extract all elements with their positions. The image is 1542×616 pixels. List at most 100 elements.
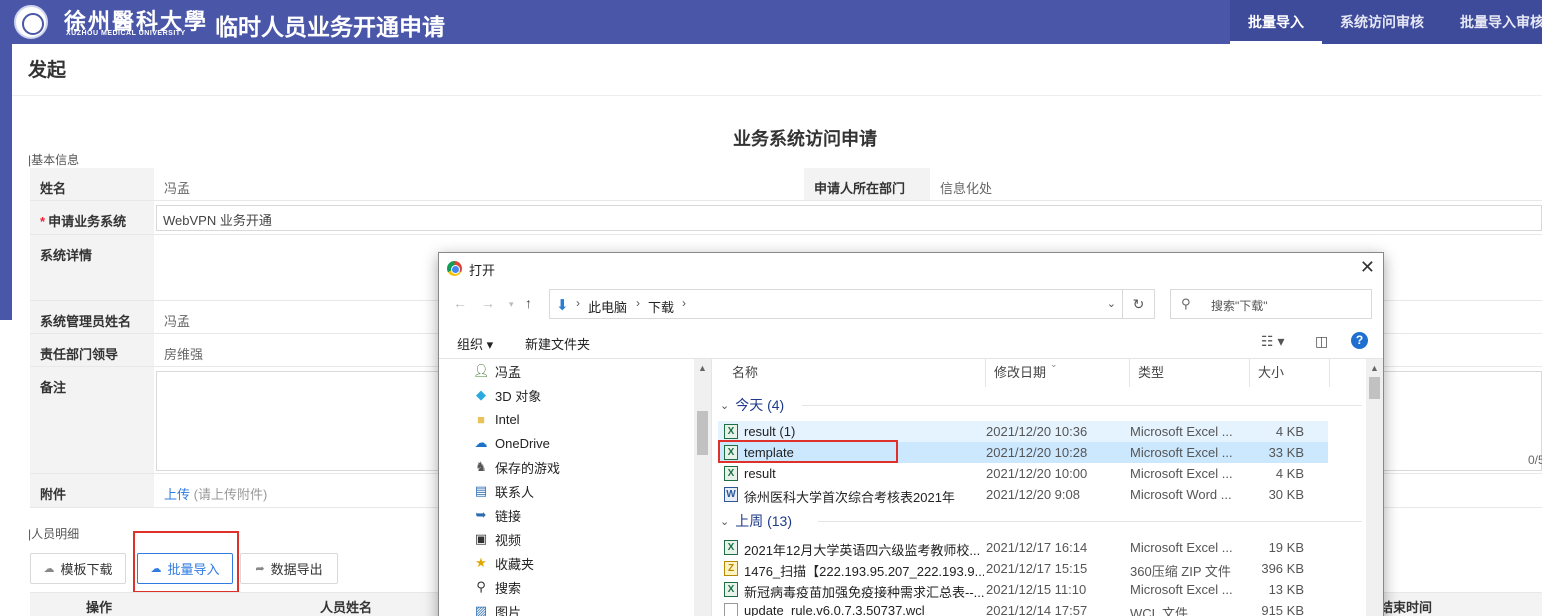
nav-node-favorites[interactable]: ★ 收藏夹 xyxy=(473,551,534,575)
left-accent-strip xyxy=(0,44,12,320)
nav-node-searches[interactable]: ⚲ 搜索 xyxy=(473,575,521,599)
star-icon: ★ xyxy=(475,555,487,570)
nav-pane-scrollbar[interactable]: ▲ xyxy=(694,359,711,616)
nav-node-links[interactable]: ➥ 链接 xyxy=(473,503,521,527)
navigation-pane: 👤︎ 冯孟 ◆ 3D 对象 ■ Intel ☁ OneDrive ♞ 保存的游戏 ▤ 联系人… xyxy=(439,358,711,616)
file-row[interactable]: X result 2021/12/20 10:00 Microsoft Exce… xyxy=(718,463,1328,484)
system-label: * 申请业务系统 xyxy=(30,201,154,234)
group-divider xyxy=(802,405,1362,406)
nav-batch-import[interactable]: 批量导入 xyxy=(1230,0,1322,44)
view-options-icon[interactable]: ☷ ▾ xyxy=(1261,333,1284,350)
help-icon[interactable]: ? xyxy=(1351,332,1368,349)
nav-node-videos[interactable]: ▣ 视频 xyxy=(473,527,521,551)
column-header-name[interactable]: 名称 xyxy=(724,359,986,387)
breadcrumb-separator: › xyxy=(636,296,640,310)
chrome-icon xyxy=(447,261,462,276)
back-arrow-icon[interactable]: ← xyxy=(453,295,467,311)
forward-arrow-icon[interactable]: → xyxy=(481,295,495,311)
address-bar[interactable]: ⬇ › 此电脑 › 下载 › ⌄ xyxy=(549,289,1123,319)
system-input[interactable]: WebVPN 业务开通 xyxy=(156,205,1542,231)
admin-label: 系统管理员姓名 xyxy=(30,301,154,333)
leader-label: 责任部门领导 xyxy=(30,334,154,366)
scroll-up-icon[interactable]: ▲ xyxy=(1370,363,1379,373)
table-header-action: 操作 xyxy=(86,600,113,615)
file-row[interactable]: update_rule.v6.0.7.3.50737.wcl 2021/12/1… xyxy=(718,600,1328,616)
file-row[interactable]: X 2021年12月大学英语四六级监考教师校... 2021/12/17 16:… xyxy=(718,537,1328,558)
scroll-up-icon[interactable]: ▲ xyxy=(698,363,707,373)
file-list-pane: 名称 修改日期 ⌄ 类型 大小 ⌄ 今天 (4) X result (1) 202… xyxy=(711,358,1383,616)
link-icon: ➥ xyxy=(475,507,487,522)
dialog-title: 打开 xyxy=(469,263,496,278)
download-folder-icon: ⬇ xyxy=(556,297,569,314)
nav-node-onedrive[interactable]: ☁ OneDrive xyxy=(473,431,550,455)
file-row[interactable]: Z 1476_扫描【222.193.95.207_222.193.9... 20… xyxy=(718,558,1328,579)
highlight-box-template xyxy=(718,440,898,463)
university-name-en: XUZHOU MEDICAL UNIVERSITY xyxy=(66,30,186,37)
column-header-date[interactable]: 修改日期 ⌄ xyxy=(986,359,1130,387)
refresh-icon: ↻ xyxy=(1132,296,1145,312)
dept-value: 信息化处 xyxy=(940,181,993,196)
search-input[interactable]: ⚲ 搜索"下载" xyxy=(1170,289,1372,319)
group-header-today[interactable]: ⌄ 今天 (4) xyxy=(720,393,784,417)
scrollbar-thumb[interactable] xyxy=(697,411,708,455)
nav-node-contacts[interactable]: ▤ 联系人 xyxy=(473,479,534,503)
column-header-size[interactable]: 大小 xyxy=(1250,359,1330,387)
excel-file-icon: X xyxy=(724,466,738,481)
form-row-name: 姓名 冯孟 申请人所在部门 信息化处 xyxy=(30,168,1542,201)
dialog-toolbar: 组织 ▾ 新建文件夹 ☷ ▾ ◫ ? xyxy=(439,327,1383,357)
form-title: 业务系统访问申请 xyxy=(733,129,877,149)
chevron-down-icon[interactable]: ⌄ xyxy=(1107,297,1116,310)
up-arrow-icon[interactable]: ↑ xyxy=(525,295,532,311)
chevron-down-icon: ⌄ xyxy=(720,399,730,412)
address-row: ← → ▾ ↑ ⬇ › 此电脑 › 下载 › ⌄ ↻ ⚲ 搜索"下载" xyxy=(439,287,1383,321)
group-divider xyxy=(818,521,1362,522)
detail-label: 系统详情 xyxy=(30,235,154,300)
nav-batch-import-review[interactable]: 批量导入审核 xyxy=(1442,0,1542,44)
share-icon: ➦ xyxy=(255,563,265,575)
file-row[interactable]: X result (1) 2021/12/20 10:36 Microsoft … xyxy=(718,421,1328,442)
upload-link[interactable]: 上传 xyxy=(164,487,190,502)
cube-icon: ◆ xyxy=(476,387,486,402)
breadcrumb-this-pc[interactable]: 此电脑 xyxy=(588,297,627,316)
new-folder-button[interactable]: 新建文件夹 xyxy=(525,334,590,353)
file-list-scrollbar[interactable]: ▲ xyxy=(1366,359,1383,616)
group-header-last-week[interactable]: ⌄ 上周 (13) xyxy=(720,509,792,533)
column-header-type[interactable]: 类型 xyxy=(1130,359,1250,387)
template-download-button[interactable]: ☁ 模板下载 xyxy=(30,553,126,584)
user-icon: 👤︎ xyxy=(473,363,490,378)
attachment-label: 附件 xyxy=(30,474,154,507)
nav-node-saved-games[interactable]: ♞ 保存的游戏 xyxy=(473,455,560,479)
section-label-people: |人员明细 xyxy=(28,527,80,541)
nav-access-review[interactable]: 系统访问审核 xyxy=(1322,0,1442,44)
game-icon: ♞ xyxy=(475,459,487,474)
recent-dropdown-icon[interactable]: ▾ xyxy=(509,299,514,310)
preview-pane-icon[interactable]: ◫ xyxy=(1315,333,1328,350)
search-placeholder: 搜索"下载" xyxy=(1211,299,1268,313)
section-label-basic-info: |基本信息 xyxy=(28,153,80,167)
breadcrumb-downloads[interactable]: 下载 xyxy=(648,297,674,316)
file-row[interactable]: X 新冠病毒疫苗加强免疫接种需求汇总表--... 2021/12/15 11:1… xyxy=(718,579,1328,600)
data-export-button[interactable]: ➦ 数据导出 xyxy=(240,553,338,584)
sort-chevron-icon: ⌄ xyxy=(1050,359,1058,369)
picture-icon: ▨ xyxy=(474,603,488,616)
close-icon[interactable]: ✕ xyxy=(1360,257,1375,278)
organize-button[interactable]: 组织 ▾ xyxy=(457,334,493,353)
top-header: 徐州醫科大學 XUZHOU MEDICAL UNIVERSITY 临时人员业务开… xyxy=(0,0,1542,44)
folder-icon: ■ xyxy=(477,411,485,427)
refresh-button[interactable]: ↻ xyxy=(1123,289,1155,319)
nav-node-user[interactable]: 👤︎ 冯孟 xyxy=(473,359,521,383)
scrollbar-thumb[interactable] xyxy=(1369,377,1380,399)
contacts-icon: ▤ xyxy=(474,483,488,498)
nav-node-3d-objects[interactable]: ◆ 3D 对象 xyxy=(473,383,541,407)
nav-node-pictures[interactable]: ▨ 图片 xyxy=(473,599,521,616)
breadcrumb-separator: › xyxy=(682,296,686,310)
system-title: 临时人员业务开通申请 xyxy=(215,14,445,40)
nav-node-intel[interactable]: ■ Intel xyxy=(473,407,520,431)
divider xyxy=(12,95,1542,96)
university-logo-icon xyxy=(14,5,48,39)
chevron-down-icon: ⌄ xyxy=(720,515,730,528)
table-header-end-time: 结束时间 xyxy=(1380,600,1433,615)
table-header-name: 人员姓名 xyxy=(320,600,373,615)
file-row[interactable]: W 徐州医科大学首次综合考核表2021年 2021/12/20 9:08 Mic… xyxy=(718,484,1328,505)
zip-file-icon: Z xyxy=(724,561,738,576)
